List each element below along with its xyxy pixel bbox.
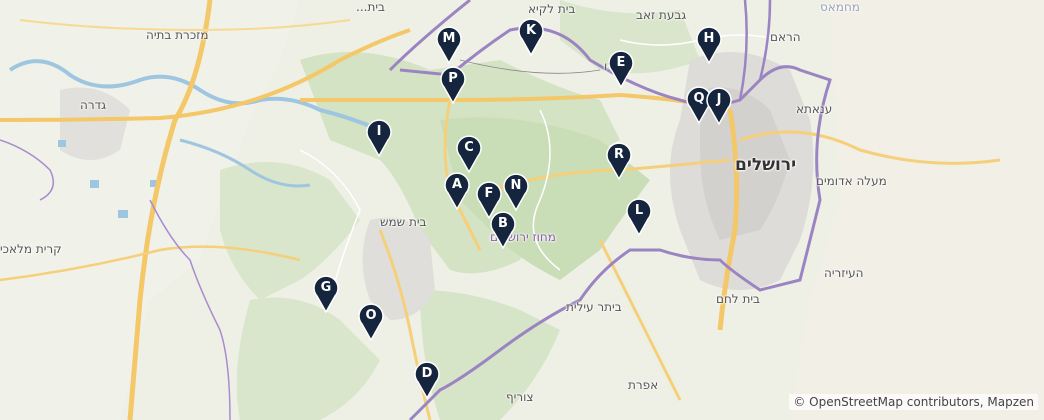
- marker-letter: D: [421, 366, 433, 381]
- marker-letter: O: [365, 308, 377, 323]
- marker-r[interactable]: R: [605, 142, 633, 180]
- place-label-mazkeret-batya: מזכרת בתיה: [146, 28, 209, 42]
- place-label-al-ram: הראם: [770, 30, 801, 44]
- marker-g[interactable]: G: [312, 275, 340, 313]
- marker-letter: E: [616, 55, 626, 70]
- map-view[interactable]: מזכרת בתיה גדרה קרית מלאכי בית שמש מחוז …: [0, 0, 1044, 420]
- marker-o[interactable]: O: [357, 303, 385, 341]
- marker-d[interactable]: D: [413, 361, 441, 399]
- place-label-mukhmas: מחמאס: [820, 0, 860, 14]
- marker-l[interactable]: L: [625, 198, 653, 236]
- marker-letter: M: [442, 31, 456, 46]
- place-label-kiryat-malachi: קרית מלאכי: [0, 242, 62, 256]
- marker-letter: I: [376, 124, 382, 139]
- place-label-beit-liqya: בית לקיא: [528, 2, 576, 16]
- marker-letter: N: [510, 178, 522, 193]
- marker-letter: G: [320, 280, 332, 295]
- marker-j[interactable]: J: [705, 87, 733, 125]
- marker-p[interactable]: P: [439, 66, 467, 104]
- map-attribution[interactable]: © OpenStreetMap contributors, Mapzen: [789, 394, 1038, 410]
- marker-i[interactable]: I: [365, 119, 393, 157]
- marker-letter: B: [498, 216, 508, 231]
- place-label-top-town: בית...: [356, 0, 385, 14]
- marker-a[interactable]: A: [443, 172, 471, 210]
- marker-letter: K: [525, 23, 537, 38]
- place-label-efrat: אפרת: [628, 378, 659, 392]
- marker-letter: F: [484, 186, 494, 201]
- place-label-surif: צוריף: [506, 390, 534, 404]
- marker-e[interactable]: E: [607, 50, 635, 88]
- place-label-beit-shemesh: בית שמש: [380, 215, 427, 229]
- marker-h[interactable]: H: [695, 26, 723, 64]
- marker-b[interactable]: B: [489, 211, 517, 249]
- place-label-jerusalem: ירושלים: [735, 155, 797, 175]
- marker-letter: P: [448, 71, 458, 86]
- marker-c[interactable]: C: [455, 135, 483, 173]
- place-label-maale-adumim: מעלה אדומים: [816, 174, 887, 188]
- marker-n[interactable]: N: [502, 173, 530, 211]
- marker-m[interactable]: M: [435, 26, 463, 64]
- marker-letter: J: [716, 92, 722, 107]
- place-label-givat-zeev: גבעת זאב: [636, 8, 687, 22]
- marker-letter: H: [703, 31, 715, 46]
- marker-letter: L: [634, 203, 644, 218]
- marker-k[interactable]: K: [517, 18, 545, 56]
- place-label-al-eizariya: העיזריה: [824, 266, 864, 280]
- marker-letter: A: [451, 177, 463, 192]
- place-label-beitar-illit: ביתר עילית: [566, 300, 622, 314]
- place-label-gedera: גדרה: [80, 98, 107, 112]
- marker-letter: R: [613, 147, 624, 162]
- marker-letter: C: [464, 140, 474, 155]
- place-label-beit-lehem: בית לחם: [716, 292, 760, 306]
- place-label-anata: ענאתא: [796, 102, 833, 116]
